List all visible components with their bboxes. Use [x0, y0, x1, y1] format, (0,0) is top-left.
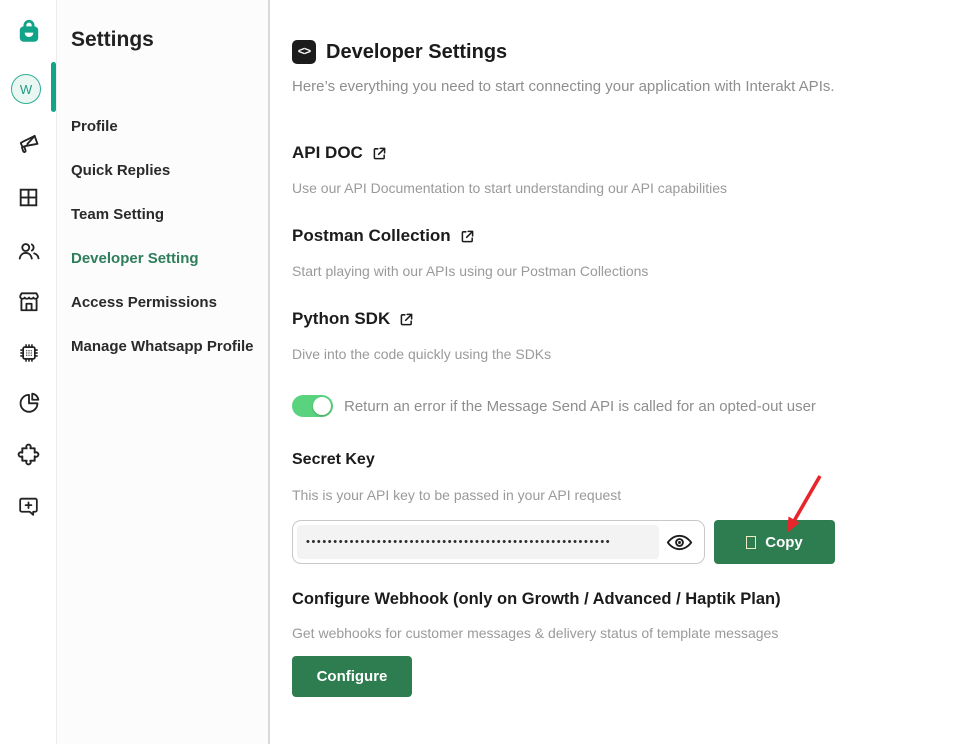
nav-item-developer-setting[interactable]: Developer Setting — [57, 236, 268, 280]
workspace-avatar[interactable]: W — [11, 74, 41, 104]
chip-icon[interactable] — [15, 339, 42, 366]
page-subtitle: Here’s everything you need to start conn… — [292, 78, 980, 95]
api-doc-section: API DOC Use our API Documentation to sta… — [292, 143, 980, 196]
puzzle-icon[interactable] — [15, 441, 42, 468]
settings-nav-title: Settings — [57, 0, 268, 52]
external-link-icon — [371, 145, 388, 162]
settings-nav-list: Profile Quick Replies Team Setting Devel… — [57, 104, 268, 368]
storefront-icon[interactable] — [15, 288, 42, 315]
api-doc-title: API DOC — [292, 143, 363, 163]
postman-link[interactable]: Postman Collection — [292, 226, 980, 246]
python-sdk-title: Python SDK — [292, 309, 390, 329]
toggle-knob — [313, 397, 331, 415]
nav-item-manage-whatsapp-profile[interactable]: Manage Whatsapp Profile — [57, 324, 268, 368]
api-doc-link[interactable]: API DOC — [292, 143, 980, 163]
postman-title: Postman Collection — [292, 226, 451, 246]
postman-section: Postman Collection Start playing with ou… — [292, 226, 980, 279]
python-sdk-section: Python SDK Dive into the code quickly us… — [292, 309, 980, 362]
secret-key-title: Secret Key — [292, 451, 980, 469]
secret-key-row: ••••••••••••••••••••••••••••••••••••••••… — [292, 520, 980, 564]
nav-item-profile[interactable]: Profile — [57, 104, 268, 148]
webhook-desc: Get webhooks for customer messages & del… — [292, 625, 980, 641]
page-title: Developer Settings — [326, 41, 507, 64]
active-workspace-indicator — [51, 62, 56, 112]
secret-key-desc: This is your API key to be passed in you… — [292, 487, 980, 503]
webhook-title: Configure Webhook (only on Growth / Adva… — [292, 590, 980, 609]
workspace-avatar-letter: W — [20, 82, 32, 97]
external-link-icon — [459, 228, 476, 245]
api-doc-desc: Use our API Documentation to start under… — [292, 180, 980, 196]
postman-desc: Start playing with our APIs using our Po… — [292, 263, 980, 279]
copy-key-button[interactable]: Copy — [714, 520, 835, 564]
interakt-logo-icon[interactable] — [15, 18, 42, 45]
nav-item-quick-replies[interactable]: Quick Replies — [57, 148, 268, 192]
configure-webhook-button[interactable]: Configure — [292, 656, 412, 697]
optout-toggle-row: Return an error if the Message Send API … — [292, 395, 980, 417]
grid-icon[interactable] — [15, 184, 42, 211]
secret-key-input[interactable]: ••••••••••••••••••••••••••••••••••••••••… — [297, 525, 659, 559]
nav-item-access-permissions[interactable]: Access Permissions — [57, 280, 268, 324]
nav-item-team-setting[interactable]: Team Setting — [57, 192, 268, 236]
optout-toggle-label: Return an error if the Message Send API … — [344, 398, 816, 415]
optout-toggle[interactable] — [292, 395, 333, 417]
python-sdk-link[interactable]: Python SDK — [292, 309, 980, 329]
icon-rail: W — [0, 0, 57, 744]
megaphone-icon[interactable] — [15, 131, 42, 158]
eye-icon — [666, 532, 693, 553]
people-icon[interactable] — [15, 237, 42, 264]
code-icon: <> — [292, 40, 316, 64]
settings-nav: Settings Profile Quick Replies Team Sett… — [57, 0, 270, 744]
reveal-key-button[interactable] — [659, 532, 699, 553]
pie-chart-icon[interactable] — [15, 389, 42, 416]
chat-plus-icon[interactable] — [15, 493, 42, 520]
python-sdk-desc: Dive into the code quickly using the SDK… — [292, 346, 980, 362]
developer-settings-panel: <> Developer Settings Here’s everything … — [270, 0, 980, 744]
external-link-icon — [398, 311, 415, 328]
copy-icon — [746, 536, 756, 549]
copy-button-label: Copy — [765, 534, 803, 551]
page-header: <> Developer Settings — [292, 40, 980, 64]
secret-key-field: ••••••••••••••••••••••••••••••••••••••••… — [292, 520, 705, 564]
